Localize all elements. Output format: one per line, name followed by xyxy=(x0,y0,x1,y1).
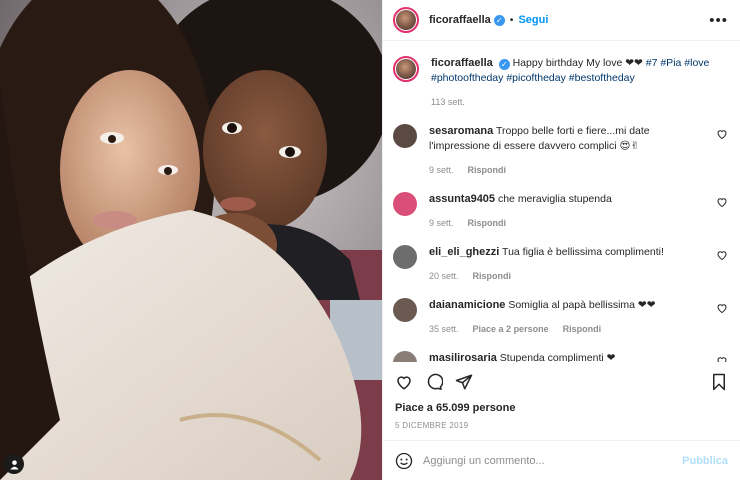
comment-item: eli_eli_ghezzi Tua figlia è bellissima c… xyxy=(393,245,728,284)
comment-like-heart-icon[interactable] xyxy=(716,128,728,140)
bookmark-icon xyxy=(713,373,725,391)
instagram-post: ficoraffaella ✓ • Segui ••• ficoraffaell… xyxy=(0,0,740,480)
comment-text: Somiglia al papà bellissima ❤❤ xyxy=(508,299,656,311)
comment-item: assunta9405 che meraviglia stupenda 9 se… xyxy=(393,192,728,231)
comment-text: Tua figlia è bellissima complimenti! xyxy=(502,246,664,258)
comment-item: masilirosaria Stupenda complimenti ❤ xyxy=(393,351,728,362)
comment-like-heart-icon[interactable] xyxy=(716,355,728,362)
comment-text: Stupenda complimenti ❤ xyxy=(499,352,616,362)
caption: ficoraffaella ✓ Happy birthday My love ❤… xyxy=(393,56,728,110)
comment-username[interactable]: sesaromana xyxy=(429,125,493,137)
comment-username[interactable]: daianamicione xyxy=(429,299,505,311)
caption-age: 113 sett. xyxy=(431,97,465,107)
author-avatar[interactable] xyxy=(393,7,419,33)
author-username[interactable]: ficoraffaella xyxy=(429,14,491,26)
comment-avatar[interactable] xyxy=(393,351,417,362)
comment-username[interactable]: assunta9405 xyxy=(429,193,495,205)
caption-avatar[interactable] xyxy=(393,56,419,82)
share-button[interactable] xyxy=(453,371,475,393)
comments-list[interactable]: ficoraffaella ✓ Happy birthday My love ❤… xyxy=(383,42,740,362)
comment-input[interactable] xyxy=(423,454,683,467)
selfie-image xyxy=(0,0,382,480)
comment-like-heart-icon[interactable] xyxy=(716,302,728,314)
comment-button[interactable] xyxy=(423,371,445,393)
comment-text: che meraviglia stupenda xyxy=(497,193,612,205)
comment-username[interactable]: eli_eli_ghezzi xyxy=(429,246,499,258)
follow-button[interactable]: Segui xyxy=(518,14,548,26)
separator-dot: • xyxy=(509,14,514,26)
reply-button[interactable]: Rispondi xyxy=(468,163,507,178)
likes-count[interactable]: Piace a 65.099 persone xyxy=(395,402,515,414)
post-date[interactable]: 5 DICEMBRE 2019 xyxy=(395,421,468,430)
comment-item: daianamicione Somiglia al papà bellissim… xyxy=(393,298,728,337)
comment-like-heart-icon[interactable] xyxy=(716,196,728,208)
emoji-icon[interactable] xyxy=(395,452,413,470)
caption-hashtags[interactable]: #photooftheday #picoftheday #bestoftheda… xyxy=(431,72,635,84)
caption-body: ficoraffaella ✓ Happy birthday My love ❤… xyxy=(431,56,709,110)
reply-button[interactable]: Rispondi xyxy=(473,269,512,284)
heart-icon xyxy=(397,376,411,390)
add-comment-bar: Pubblica xyxy=(383,440,740,480)
share-icon xyxy=(455,374,473,390)
caption-username[interactable]: ficoraffaella xyxy=(431,57,493,69)
reply-button[interactable]: Rispondi xyxy=(563,322,602,337)
like-button[interactable] xyxy=(393,371,415,393)
caption-hashtags[interactable]: #7 #Pia #love xyxy=(646,57,710,69)
reply-button[interactable]: Rispondi xyxy=(468,216,507,231)
user-tag-button[interactable] xyxy=(4,454,24,474)
comment-avatar[interactable] xyxy=(393,245,417,269)
verified-badge-icon: ✓ xyxy=(493,14,505,26)
action-bar xyxy=(393,368,730,396)
comment-item: sesaromana Troppo belle forti e fiere...… xyxy=(393,124,728,178)
publish-button[interactable]: Pubblica xyxy=(682,455,728,467)
comment-icon xyxy=(427,373,443,390)
comment-like-heart-icon[interactable] xyxy=(716,249,728,261)
comment-username[interactable]: masilirosaria xyxy=(429,352,497,362)
comment-age: 9 sett. xyxy=(429,218,454,228)
comment-avatar[interactable] xyxy=(393,298,417,322)
comment-avatar[interactable] xyxy=(393,124,417,148)
post-header: ficoraffaella ✓ • Segui ••• xyxy=(383,0,740,41)
comment-avatar[interactable] xyxy=(393,192,417,216)
user-tag-icon xyxy=(9,459,19,470)
comment-age: 35 sett. xyxy=(429,324,459,334)
verified-badge-icon: ✓ xyxy=(498,59,510,70)
comment-age: 20 sett. xyxy=(429,271,459,281)
more-options-icon[interactable]: ••• xyxy=(709,12,728,29)
post-panel: ficoraffaella ✓ • Segui ••• ficoraffaell… xyxy=(382,0,740,480)
caption-text: Happy birthday My love ❤❤ xyxy=(512,57,643,69)
comment-likes-link[interactable]: Piace a 2 persone xyxy=(473,322,549,337)
comment-age: 9 sett. xyxy=(429,165,454,175)
post-photo[interactable] xyxy=(0,0,382,480)
save-button[interactable] xyxy=(708,371,730,393)
